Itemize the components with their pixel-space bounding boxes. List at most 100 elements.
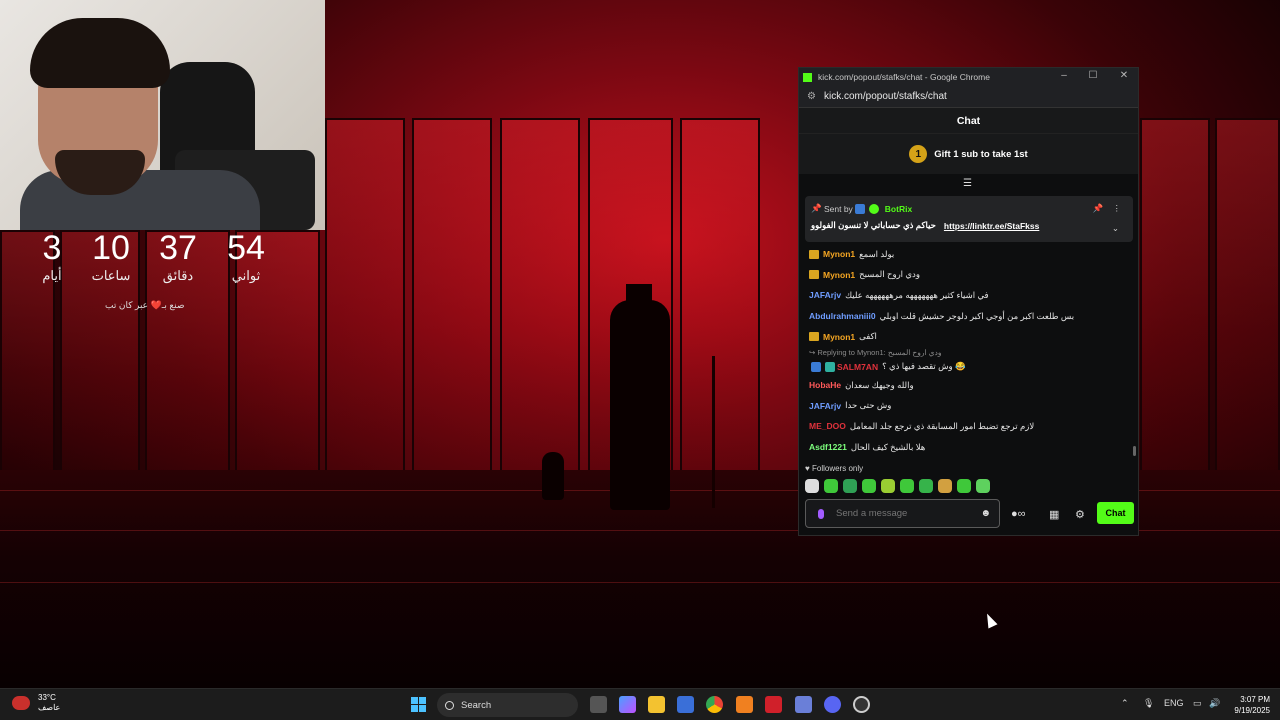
emote-icon[interactable] — [824, 479, 838, 493]
pin-actions: 📌 ⋮ — [1092, 203, 1121, 214]
chat-message[interactable]: JAFArjv وش حتى حدا — [809, 396, 1131, 417]
microphone-tray-icon[interactable]: 🎙 — [1143, 698, 1154, 709]
message-username[interactable]: JAFArjv — [809, 290, 841, 300]
chat-message[interactable]: Mynon1 بولد اسمع — [809, 244, 1131, 265]
emote-icon[interactable] — [976, 479, 990, 493]
chat-message[interactable]: Mynon1 ودي اروح المسبح — [809, 265, 1131, 286]
message-username[interactable]: Mynon1 — [823, 332, 855, 342]
address-bar[interactable]: ⚙ kick.com/popout/stafks/chat — [799, 86, 1138, 108]
countdown-minutes-value: 37 — [159, 229, 197, 267]
close-button[interactable]: ✕ — [1109, 70, 1139, 81]
wallpaper-panel — [325, 118, 405, 473]
weather-description: عاصف — [38, 703, 61, 712]
language-indicator[interactable]: ENG — [1164, 698, 1184, 708]
chat-message[interactable]: Abdulrahmaniii0 بس طلعت اكبر من أوجي اكب… — [809, 306, 1131, 327]
emoji-picker-icon[interactable]: ☻ — [980, 508, 991, 519]
chevron-down-icon[interactable]: ⌄ — [1112, 223, 1119, 234]
settings-gear-icon[interactable]: ⚙ — [1075, 508, 1085, 521]
message-composer: ☻ — [805, 499, 1000, 528]
emote-icon[interactable] — [862, 479, 876, 493]
vlc-icon[interactable] — [736, 696, 753, 713]
emote-icon[interactable] — [919, 479, 933, 493]
countdown-minutes-label: دقائق — [162, 268, 194, 283]
minimize-button[interactable]: – — [1049, 70, 1079, 81]
countdown-minutes: 37 دقائق — [148, 228, 208, 284]
taskbar-search-label: Search — [461, 699, 492, 711]
reply-quoted-text: ودي اروح المسبح — [887, 348, 942, 358]
pinned-sent-by-label: Sent by — [823, 203, 853, 214]
emote-icon[interactable] — [805, 479, 819, 493]
chat-scrollbar[interactable] — [1133, 446, 1136, 456]
emote-icon[interactable] — [881, 479, 895, 493]
copilot-icon[interactable] — [619, 696, 636, 713]
message-username[interactable]: Asdf1221 — [809, 442, 847, 452]
start-menu-icon[interactable] — [411, 697, 426, 712]
message-username[interactable]: SALM7AN — [837, 362, 878, 372]
reply-reference[interactable]: ↪ Replying to Mynon1: ودي اروح المسبح — [809, 347, 1131, 359]
countdown-hours-value: 10 — [92, 229, 130, 267]
message-username[interactable]: Mynon1 — [823, 270, 855, 280]
volume-icon[interactable]: 🔊 — [1209, 698, 1220, 709]
countdown-hours: 10 ساعات — [81, 228, 141, 284]
pin-icon: 📌 — [811, 203, 822, 213]
chat-message[interactable]: SALM7AN وش تقصد فيها ذي ؟ 😂 — [809, 359, 1131, 375]
chat-message[interactable]: HobaHe والله وجيهك سعدان — [809, 375, 1131, 396]
chrome-chat-window: kick.com/popout/stafks/chat - Google Chr… — [798, 67, 1139, 536]
webcam-overlay — [0, 0, 325, 230]
task-view-icon[interactable] — [590, 696, 607, 713]
gift-rank-badge: 1 — [909, 145, 928, 163]
chat-message[interactable]: JAFArjv في اشياء كثير هههههههه مرههههههه… — [809, 285, 1131, 306]
weather-widget[interactable]: 33°C عاصف — [12, 693, 60, 713]
message-text: هلا بالشيخ كيف الحال — [850, 441, 926, 452]
wallpaper-panel — [412, 118, 492, 473]
obs-icon[interactable] — [853, 696, 870, 713]
bot-badge-icon — [854, 203, 865, 214]
message-username[interactable]: JAFArjv — [809, 401, 841, 411]
countdown-hours-label: ساعات — [91, 268, 131, 283]
pinned-bot-name[interactable]: BotRix — [885, 204, 912, 214]
message-username[interactable]: ME_DOO — [809, 421, 846, 431]
system-clock[interactable]: 3:07 PM 9/19/2025 — [1228, 694, 1270, 716]
message-text: ودي اروح المسبح — [859, 269, 920, 280]
maximize-button[interactable]: ☐ — [1078, 70, 1108, 81]
chrome-icon[interactable] — [706, 696, 723, 713]
more-options-icon[interactable]: ⋮ — [1113, 203, 1122, 213]
chat-message[interactable]: Mynon1 اكفى — [809, 326, 1131, 347]
message-username[interactable]: Mynon1 — [823, 249, 855, 259]
message-username[interactable]: HobaHe — [809, 380, 841, 390]
file-explorer-icon[interactable] — [648, 696, 665, 713]
chat-message[interactable]: Asdf1221 هلا بالشيخ كيف الحال — [809, 437, 1131, 458]
emote-icon[interactable] — [900, 479, 914, 493]
pinned-link[interactable]: https://linktr.ee/StaFkss — [944, 221, 1039, 231]
microphone-icon[interactable] — [818, 508, 824, 519]
tray-overflow-icon[interactable]: ⌃ — [1121, 698, 1129, 709]
kick-logo-icon — [803, 72, 812, 82]
emote-icon[interactable] — [938, 479, 952, 493]
reply-icon: ↪ — [809, 348, 818, 358]
store-icon[interactable] — [677, 696, 694, 713]
emote-icon[interactable] — [957, 479, 971, 493]
countdown-days-label: أيام — [42, 268, 62, 283]
gift-sub-banner[interactable]: 1 Gift 1 sub to take 1st — [799, 134, 1138, 174]
taskbar-search[interactable]: Search — [437, 693, 578, 717]
store-icon[interactable]: ▦ — [1049, 508, 1059, 521]
message-username[interactable]: Abdulrahmaniii0 — [809, 311, 876, 321]
brave-icon[interactable] — [765, 696, 782, 713]
kicks-icon[interactable]: ●∞ — [1011, 508, 1026, 520]
emote-icon[interactable] — [843, 479, 857, 493]
collapse-icon[interactable]: ☰ — [963, 178, 972, 189]
countdown-credit: صنع بـ❤️ عبر كان تب — [105, 300, 185, 310]
unpin-icon[interactable]: 📌 — [1092, 203, 1103, 213]
network-icon[interactable]: ▭ — [1193, 698, 1202, 709]
discord-icon[interactable] — [824, 696, 841, 713]
wallpaper-panel — [500, 118, 580, 473]
sub-badge-icon — [825, 361, 835, 372]
app-icon[interactable] — [795, 696, 812, 713]
message-text: اكفى — [859, 331, 877, 342]
chat-message[interactable]: ME_DOO لازم ترجع تضبط امور المسابقة ذي ت… — [809, 416, 1131, 437]
send-chat-button[interactable]: Chat — [1097, 502, 1134, 524]
address-url[interactable]: kick.com/popout/stafks/chat — [824, 91, 947, 102]
chat-message-input[interactable] — [836, 508, 981, 519]
window-title: kick.com/popout/stafks/chat - Google Chr… — [818, 72, 990, 82]
site-info-icon[interactable]: ⚙ — [807, 91, 816, 102]
